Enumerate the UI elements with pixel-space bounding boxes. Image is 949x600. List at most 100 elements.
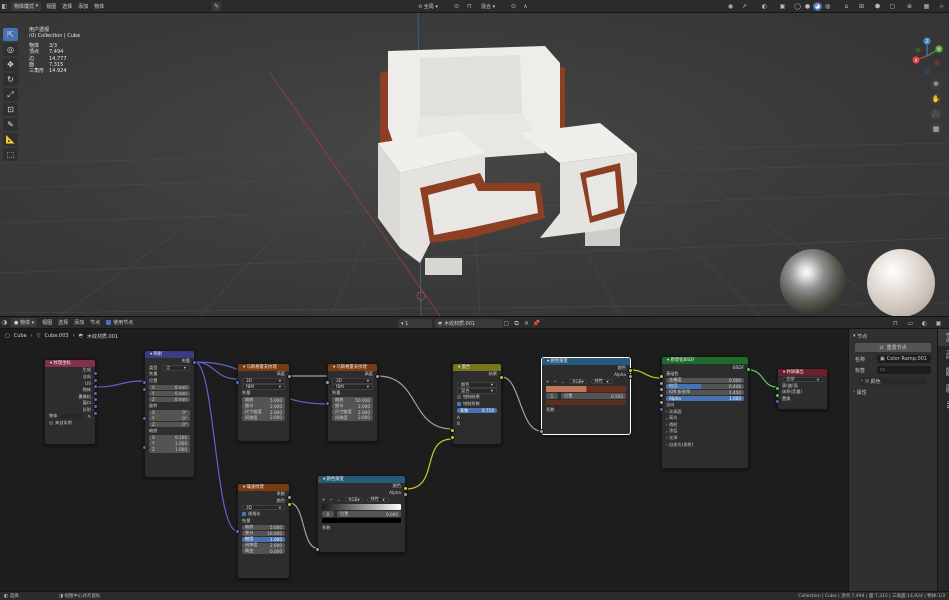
section-node-header[interactable]: ▾ 节点	[853, 332, 933, 340]
menu-select[interactable]: 选择	[59, 2, 75, 11]
ramp2-stop-index[interactable]: 0	[322, 511, 334, 517]
node-principled-bsdf[interactable]: ▾ 原理化BSDF BSDF 基础色 金属度 0.000 糙度 0.448 IOR …	[659, 356, 751, 469]
add-stop-icon[interactable]: +	[322, 497, 326, 502]
socket[interactable]	[746, 367, 751, 372]
unlink-icon[interactable]: ✕	[522, 319, 531, 328]
texcoord-object-field[interactable]: 物体 ✎	[45, 413, 95, 420]
output-target-select[interactable]: 全部 ▾	[782, 376, 823, 382]
node-color-ramp-1[interactable]: ▾ 颜色渐变 颜色 Alpha + − ⌄ RGB ▾ 线性 ▾ 1 位置 0.502…	[539, 357, 633, 435]
mix-factor-field[interactable]: 系数 0.710	[457, 408, 497, 414]
ramp2-interp-select[interactable]: 线性 ▾	[366, 496, 389, 503]
socket[interactable]	[93, 378, 98, 383]
socket[interactable]	[287, 495, 292, 500]
use-nodes-checkbox[interactable]	[106, 320, 112, 325]
socket[interactable]	[775, 399, 780, 404]
overlay-icon[interactable]: ◐	[920, 319, 929, 328]
proportional-icon[interactable]: ⊙	[509, 2, 518, 11]
fake-user-icon[interactable]: ▢	[502, 319, 511, 328]
ramp1-stop-index[interactable]: 1	[546, 393, 558, 399]
measure-tool-icon[interactable]: 📐	[3, 133, 18, 146]
collapse-icon[interactable]: ▾	[547, 359, 549, 364]
socket[interactable]	[628, 368, 633, 373]
node-color-ramp-2-title[interactable]: ▾ 颜色渐变	[318, 476, 405, 483]
socket[interactable]	[403, 492, 408, 497]
socket[interactable]	[375, 374, 380, 379]
node-mapping[interactable]: ▾ 映射 矢量 类型点 ▾ 矢量 位置 X0 mm Y0 mm Z0 mm 旋转 …	[142, 350, 197, 478]
mapping-rot-x[interactable]: X 0°	[149, 410, 190, 416]
section-properties-header[interactable]: › 属性	[853, 388, 933, 396]
noise-distortion[interactable]: 畸变 0.000	[242, 548, 285, 554]
remove-stop-icon[interactable]: −	[330, 497, 334, 502]
bsdf-metallic[interactable]: 金属度 0.000	[666, 377, 744, 384]
musgrave1-dimension[interactable]: 尺寸维度 2.000	[242, 409, 285, 415]
ramp2-stop-color[interactable]	[322, 518, 401, 524]
collapse-icon[interactable]: ▾	[667, 358, 669, 363]
menu-view[interactable]: 视图	[43, 2, 59, 11]
node-name-input[interactable]: ▣ Color Ramp.001	[877, 355, 931, 363]
slot-select[interactable]: ▾ 1	[398, 319, 432, 328]
musgrave1-detail[interactable]: 细节 2.000	[242, 403, 285, 409]
bsdf-subpanel-coat[interactable]: › 涂层	[662, 428, 748, 435]
instancer-checkbox[interactable]	[49, 421, 53, 426]
socket[interactable]	[659, 374, 664, 379]
socket[interactable]	[775, 386, 780, 391]
collapse-icon[interactable]: ▾	[150, 352, 152, 357]
node-color-ramp-1-title[interactable]: ▾ 颜色渐变	[542, 358, 630, 365]
collapse-icon[interactable]: ▾	[243, 365, 245, 370]
mapping-loc-z[interactable]: Z 0 mm	[149, 396, 190, 403]
gizmo-toggle-icon[interactable]: ↗	[740, 2, 749, 11]
bsdf-subpanel-specular[interactable]: › 高光	[662, 415, 748, 422]
eyedropper-icon[interactable]: ✎	[212, 2, 221, 11]
node-material-output[interactable]: ▾ 材质输出 全部 ▾ 表(曲)面 体积(音量) 置换	[775, 368, 828, 410]
musgrave1-scale[interactable]: 缩放 5.000	[242, 397, 285, 403]
node-mapping-title[interactable]: ▾ 映射	[145, 351, 194, 358]
bsdf-subpanel-sheen[interactable]: › 光泽	[662, 435, 748, 442]
socket[interactable]	[142, 380, 147, 385]
editor-type-icon[interactable]: ◧	[0, 2, 9, 11]
mix-type-select[interactable]: 颜色 ▾	[457, 382, 497, 388]
musgrave2-detail[interactable]: 细节 2.000	[332, 403, 373, 409]
socket[interactable]	[93, 411, 98, 416]
bsdf-alpha[interactable]: Alpha 1.000	[666, 395, 744, 402]
ramp2-stop-position[interactable]: 位置 0.000	[337, 511, 401, 517]
add-cube-tool-icon[interactable]: ⬚	[3, 148, 18, 161]
armchair-model[interactable]	[378, 46, 637, 275]
socket[interactable]	[93, 397, 98, 402]
editor-type-icon[interactable]: ◑	[0, 318, 9, 327]
zoom-icon[interactable]: ⊕	[930, 78, 942, 90]
socket[interactable]	[450, 428, 455, 433]
node-menu-node[interactable]: 节点	[87, 318, 103, 327]
mapping-loc-x[interactable]: X 0 mm	[149, 384, 190, 391]
snap-icon[interactable]: ⊓	[891, 319, 900, 328]
tab-tool[interactable]: 工具	[938, 346, 949, 363]
socket[interactable]	[93, 404, 98, 409]
shader-type-select[interactable]: ● 物体 ▾	[11, 318, 38, 327]
view-layer-icon[interactable]: ⊕	[905, 2, 914, 11]
musgrave2-type-select[interactable]: fBM ▾	[332, 384, 373, 390]
socket[interactable]	[659, 381, 664, 386]
ramp1-stop-color[interactable]	[546, 400, 626, 406]
visibility-icon[interactable]: ◉	[726, 2, 735, 11]
collapse-icon[interactable]: ▾	[333, 365, 335, 370]
mapping-rot-y[interactable]: Y 0°	[149, 416, 190, 422]
mix-blend-select[interactable]: 混合 ▾	[457, 388, 497, 394]
mapping-scale-y[interactable]: Y 1.000	[149, 441, 190, 447]
mapping-scale-z[interactable]: Z 1.000	[149, 447, 190, 453]
node-musgrave-1[interactable]: ▾ 马斯格雷夫纹理 高度 3D ▾ fBM ▾ 矢量 缩放 5.000 细节 2.000…	[235, 363, 292, 442]
snap-icon[interactable]: ⊓	[465, 2, 474, 11]
mapping-type-select[interactable]: 点 ▾	[162, 365, 190, 371]
socket[interactable]	[775, 393, 780, 398]
bsdf-subpanel-subsurface[interactable]: › 次表面	[662, 408, 748, 415]
add-stop-icon[interactable]: +	[546, 379, 550, 384]
tab-view[interactable]: 视图	[938, 363, 949, 380]
node-texture-coordinate[interactable]: ▾ 纹理坐标 生成 法向 UV 物体 摄像机 窗口 反射 物体 ✎ 来自实例	[44, 359, 98, 445]
texcoord-object-input[interactable]	[61, 413, 84, 419]
socket[interactable]	[142, 445, 147, 450]
socket[interactable]	[628, 374, 633, 379]
navigation-gizmo[interactable]: X Y Z	[906, 35, 948, 77]
node-noise-texture[interactable]: ▾ 噪波纹理 系数 颜色 3D ▾ 规格化 矢量 缩放 5.000 细节 16.000…	[235, 483, 292, 579]
node-musgrave-1-title[interactable]: ▾ 马斯格雷夫纹理	[238, 364, 289, 371]
collapse-icon[interactable]: ▾	[783, 370, 785, 375]
node-principled-bsdf-title[interactable]: ▾ 原理化BSDF	[662, 357, 748, 364]
socket[interactable]	[93, 371, 98, 376]
